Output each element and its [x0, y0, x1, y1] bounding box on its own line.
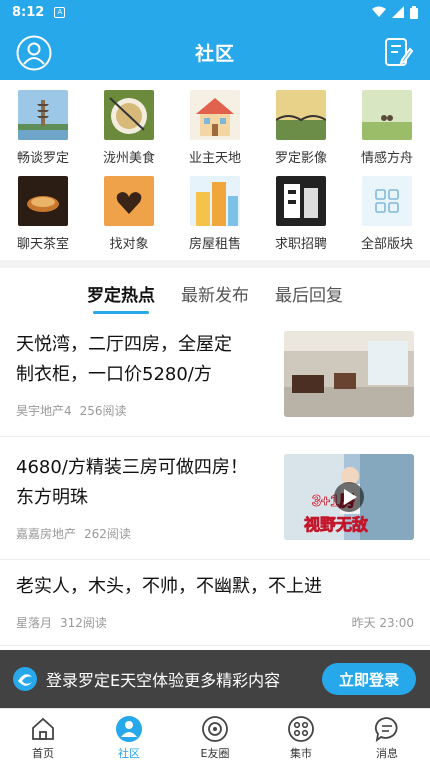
board-emotion[interactable]: 情感方舟 [344, 82, 430, 168]
nav-market[interactable]: 集市 [258, 709, 344, 766]
login-button[interactable]: 立即登录 [322, 663, 416, 695]
post-meta: 星落月 312阅读 [16, 614, 107, 631]
notification-icon: A [54, 6, 66, 18]
login-prompt-text: 登录罗定E天空体验更多精彩内容 [46, 671, 281, 690]
status-bar: 8:12 A [0, 0, 430, 24]
board-label: 聊天茶室 [16, 237, 69, 252]
house-illustration [190, 90, 240, 140]
compose-post-icon[interactable] [382, 36, 414, 68]
e-circle-icon [202, 716, 228, 742]
board-jobs[interactable]: 求职招聘 [258, 168, 344, 254]
nav-label: 社区 [118, 747, 140, 760]
nav-community[interactable]: 社区 [86, 709, 172, 766]
battery-icon [410, 5, 418, 19]
board-longzhou-food[interactable]: 泷州美食 [86, 82, 172, 168]
tab-last-reply[interactable]: 最后回复 [275, 273, 343, 314]
nav-e-circle[interactable]: E友圈 [172, 709, 258, 766]
nav-label: 首页 [32, 747, 54, 760]
video-caption-b: 视野无敌 [304, 515, 368, 534]
post-title: 老实人，木头，不帅，不幽默，不上进 [16, 576, 322, 597]
bottom-nav: 首页 社区 E友圈 集市 消息 [0, 708, 430, 766]
bridge-sunset-photo [276, 90, 326, 140]
section-divider [0, 260, 430, 268]
market-icon [288, 716, 314, 742]
nav-messages[interactable]: 消息 [344, 709, 430, 766]
board-tea-room[interactable]: 聊天茶室 [0, 168, 86, 254]
message-icon [374, 717, 398, 743]
board-owners[interactable]: 业主天地 [172, 82, 258, 168]
post-meta: 嘉嘉房地产 262阅读 [16, 525, 131, 542]
list-item[interactable]: 老实人，木头，不帅，不幽默，不上进 星落月 312阅读 昨天 23:00 [0, 560, 430, 646]
heart-hands-photo [104, 176, 154, 226]
board-label: 房屋租售 [188, 237, 241, 252]
board-label: 求职招聘 [274, 237, 327, 252]
couple-field-photo [362, 90, 412, 140]
tea-cup-photo [18, 176, 68, 226]
login-prompt-banner: 登录罗定E天空体验更多精彩内容 立即登录 [0, 650, 430, 708]
post-feed: 天悦湾，二厅四房，全屋定 制衣柜，一口价5280/方 昊宇地产4 256阅读 4… [0, 318, 430, 646]
post-title: 天悦湾，二厅四房，全屋定 制衣柜，一口价5280/方 [16, 334, 232, 385]
nav-label: E友圈 [200, 747, 230, 760]
post-reads: 312阅读 [60, 616, 107, 630]
pagoda-photo [18, 90, 68, 140]
post-author: 昊宇地产4 [16, 404, 72, 418]
app-header: 社区 [0, 24, 430, 80]
post-title: 4680/方精装三房可做四房！ 东方明珠 [16, 457, 248, 508]
board-label: 找对象 [109, 237, 149, 252]
nav-label: 集市 [290, 747, 312, 760]
wifi-icon [372, 6, 386, 17]
post-time: 昨天 23:00 [351, 616, 414, 630]
post-meta: 昊宇地产4 256阅读 [16, 402, 127, 419]
tab-latest[interactable]: 最新发布 [181, 273, 249, 314]
board-grid: 畅谈罗定 泷州美食 业主天地 罗定影像 情感方舟 聊天茶室 找对象 房屋租售 求… [0, 82, 430, 260]
board-luoding-images[interactable]: 罗定影像 [258, 82, 344, 168]
signal-icon [392, 6, 404, 18]
page-title: 社区 [194, 42, 235, 65]
list-item[interactable]: 天悦湾，二厅四房，全屋定 制衣柜，一口价5280/方 昊宇地产4 256阅读 [0, 318, 430, 437]
feed-tabs: 罗定热点 最新发布 最后回复 [0, 268, 430, 318]
home-icon [32, 717, 54, 740]
status-time: 8:12 [12, 4, 45, 20]
nav-label: 消息 [376, 747, 398, 760]
post-author: 嘉嘉房地产 [16, 527, 77, 541]
board-label: 泷州美食 [102, 151, 155, 166]
food-bowl-photo [104, 90, 154, 140]
board-find-partner[interactable]: 找对象 [86, 168, 172, 254]
board-label: 业主天地 [188, 151, 241, 166]
board-label: 全部版块 [360, 237, 413, 252]
post-author: 星落月 [16, 616, 53, 630]
board-changtan-luoding[interactable]: 畅谈罗定 [0, 82, 86, 168]
status-indicators [372, 5, 418, 19]
board-housing[interactable]: 房屋租售 [172, 168, 258, 254]
post-reads: 256阅读 [79, 404, 127, 418]
buildings-illustration [190, 176, 240, 226]
app-logo-icon [13, 667, 37, 691]
recruit-sign-photo [276, 176, 326, 226]
board-label: 罗定影像 [274, 151, 327, 166]
tab-luoding-hot[interactable]: 罗定热点 [87, 273, 155, 314]
list-item[interactable]: 4680/方精装三房可做四房！ 东方明珠 嘉嘉房地产 262阅读 3+1房 视野… [0, 437, 430, 560]
board-label: 畅谈罗定 [16, 151, 69, 166]
user-avatar-icon[interactable] [16, 35, 52, 71]
apartment-interior-photo [284, 331, 414, 417]
community-icon [116, 716, 142, 742]
board-label: 情感方舟 [360, 151, 413, 166]
all-boards-icon [362, 176, 412, 226]
board-all[interactable]: 全部版块 [344, 168, 430, 254]
post-reads: 262阅读 [84, 527, 131, 541]
video-thumbnail[interactable]: 3+1房 视野无敌 [284, 454, 414, 540]
nav-home[interactable]: 首页 [0, 709, 86, 766]
